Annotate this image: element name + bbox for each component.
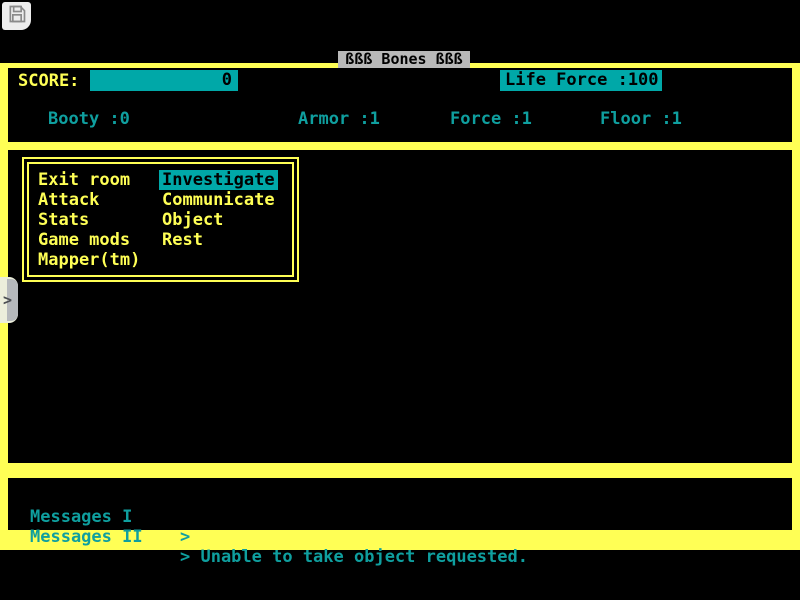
stat-armor: Armor :1 [298,108,380,130]
command-menu-inner-border: Exit room Attack Stats Game mods Mapper(… [27,162,294,277]
menu-item-object[interactable]: Object [162,210,275,230]
message-line-1: Messages I > [8,487,90,507]
menu-item-communicate[interactable]: Communicate [162,190,275,210]
hud-panel: SCORE: 0 Life Force :100 Booty :0 Armor … [8,68,792,142]
menu-item-rest[interactable]: Rest [162,230,275,250]
main-viewport: Exit room Attack Stats Game mods Mapper(… [8,150,792,463]
score-value: 0 [222,70,232,90]
menu-item-mapper[interactable]: Mapper(tm) [38,250,140,270]
game-screen: ßßß Bones ßßß SCORE: 0 Life Force :100 B… [0,0,800,600]
menu-item-exit-room[interactable]: Exit room [38,170,140,190]
stat-booty: Booty :0 [48,108,130,130]
score-bar: 0 [90,70,238,91]
score-label: SCORE: [18,70,79,92]
messages-ii-label: Messages II [30,527,143,547]
save-button[interactable] [2,2,31,30]
messages-panel: Messages I > Messages II > Unable to tak… [8,478,792,530]
side-drawer-handle[interactable]: > [0,277,18,323]
command-menu-box: Exit room Attack Stats Game mods Mapper(… [22,157,299,282]
window-title: ßßß Bones ßßß [338,51,470,68]
menu-item-attack[interactable]: Attack [38,190,140,210]
menu-column-right: Investigate Communicate Object Rest [162,170,275,250]
floppy-disk-icon [7,4,27,29]
stat-force: Force :1 [450,108,532,130]
messages-ii-text: > Unable to take object requested. [180,547,528,567]
menu-item-stats[interactable]: Stats [38,210,140,230]
messages-i-text: > [180,527,190,547]
menu-column-left: Exit room Attack Stats Game mods Mapper(… [38,170,140,270]
life-force-badge: Life Force :100 [500,70,662,91]
menu-item-game-mods[interactable]: Game mods [38,230,140,250]
menu-item-investigate[interactable]: Investigate [159,170,278,190]
game-window: SCORE: 0 Life Force :100 Booty :0 Armor … [0,63,800,550]
stat-floor: Floor :1 [600,108,682,130]
chevron-right-icon: > [3,291,12,309]
message-line-2: Messages II > Unable to take object requ… [8,507,90,527]
